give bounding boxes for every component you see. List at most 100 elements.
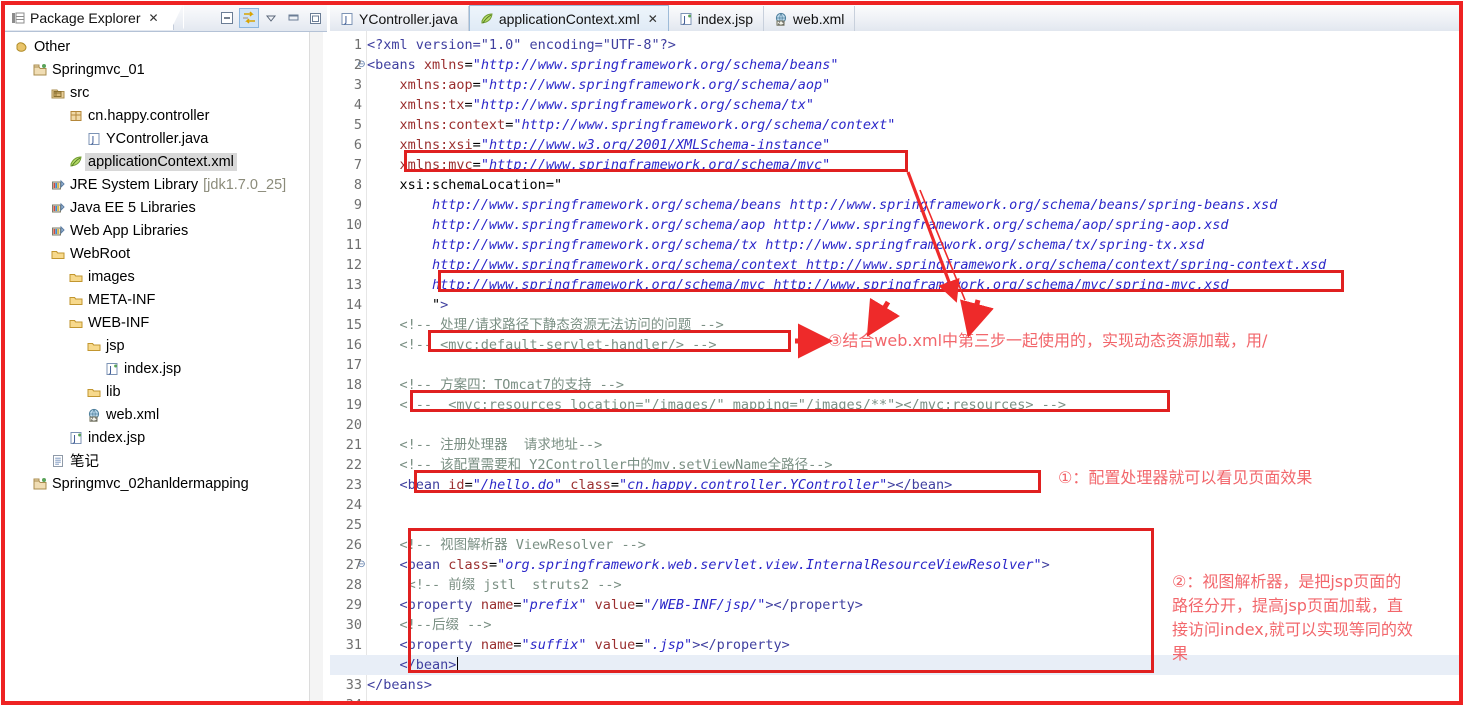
code-line[interactable]: </bean> — [367, 655, 457, 675]
folder-icon — [69, 316, 83, 330]
code-line[interactable]: <!-- <mvc:default-servlet-handler/> --> — [367, 335, 717, 355]
library-icon — [51, 201, 65, 215]
tree-item-index-jsp[interactable]: Jindex.jsp — [5, 357, 317, 380]
code-line[interactable]: <!-- 处理/请求路径下静态资源无法访问的问题 --> — [367, 315, 724, 335]
minimize-icon[interactable] — [283, 8, 303, 28]
code-line[interactable]: <!--后缀 --> — [367, 615, 492, 635]
tree-item-label: JRE System Library — [70, 176, 199, 193]
tree-item-label: Java EE 5 Libraries — [70, 199, 196, 216]
tree-item-other[interactable]: Other — [5, 35, 317, 58]
maximize-icon[interactable] — [305, 8, 325, 28]
code-line[interactable]: xmlns:context="http://www.springframewor… — [367, 115, 896, 135]
editor-tab-applicationcontext-xml[interactable]: applicationContext.xml ✕ — [468, 5, 669, 31]
tree-item-label: WEB-INF — [88, 314, 150, 331]
line-number: 2 — [353, 57, 362, 73]
code-line[interactable]: <bean class="org.springframework.web.ser… — [367, 555, 1050, 575]
code-line[interactable]: <!-- <mvc:resources location="/images/" … — [367, 395, 1066, 415]
tab-package-explorer[interactable]: Package Explorer ✕ — [5, 5, 184, 30]
code-line[interactable]: <!-- 前缀 jstl struts2 --> — [367, 575, 622, 595]
code-line[interactable]: <property name="suffix" value=".jsp"></p… — [367, 635, 790, 655]
explorer-toolbar — [217, 7, 325, 29]
code-line[interactable]: <?xml version="1.0" encoding="UTF-8"?> — [367, 35, 676, 55]
editor-tabbar: J YController.java applicationContext.xml ✕… — [330, 5, 1463, 32]
tree-item-label: images — [88, 268, 135, 285]
code-line[interactable]: <bean id="/hello.do" class="cn.happy.con… — [367, 475, 953, 495]
tree-item-web-app-libraries[interactable]: Web App Libraries — [5, 219, 317, 242]
webxml-file-icon: 2.5 — [774, 12, 788, 26]
code-line[interactable]: xsi:schemaLocation=" — [367, 175, 563, 195]
code-line[interactable]: <!-- 方案四：TOmcat7的支持 --> — [367, 375, 625, 395]
tree-item-jre-system-library[interactable]: JRE System Library [jdk1.7.0_25] — [5, 173, 317, 196]
tree-item-webroot[interactable]: WebRoot — [5, 242, 317, 265]
tree-item-label: Other — [34, 38, 71, 55]
line-number: 33 — [345, 677, 362, 693]
code-line[interactable]: <!-- 注册处理器 请求地址--> — [367, 435, 603, 455]
code-line[interactable]: xmlns:tx="http://www.springframework.org… — [367, 95, 815, 115]
tree-item-jsp[interactable]: jsp — [5, 334, 317, 357]
code-line[interactable]: xmlns:aop="http://www.springframework.or… — [367, 75, 831, 95]
code-line[interactable]: <beans xmlns="http://www.springframework… — [367, 55, 838, 75]
tree-item-label: Web App Libraries — [70, 222, 189, 239]
line-number: 16 — [345, 337, 362, 353]
tree-item-java-ee-5-libraries[interactable]: Java EE 5 Libraries — [5, 196, 317, 219]
svg-text:J: J — [91, 135, 95, 145]
tree-item-src[interactable]: src — [5, 81, 317, 104]
code-text[interactable]: <?xml version="1.0" encoding="UTF-8"?> <b… — [330, 31, 1463, 705]
code-line[interactable]: <!-- 该配置需要和 Y2Controller中的mv.setViewName… — [367, 455, 833, 475]
code-line[interactable]: http://www.springframework.org/schema/co… — [367, 255, 1326, 275]
line-number: 12 — [345, 257, 362, 273]
library-icon — [51, 178, 65, 192]
explorer-tabbar: Package Explorer ✕ — [5, 5, 327, 32]
line-number: 26 — [345, 537, 362, 553]
svg-text:J: J — [72, 434, 76, 444]
tree-item-web-xml[interactable]: 2.5 web.xml — [5, 403, 317, 426]
line-number: 24 — [345, 497, 362, 513]
tree-item-images[interactable]: images — [5, 265, 317, 288]
project-icon — [33, 477, 47, 491]
link-with-editor-icon[interactable] — [239, 8, 259, 28]
java-file-icon: J — [87, 132, 101, 146]
explorer-tab-label: Package Explorer — [30, 9, 141, 26]
code-line[interactable]: <property name="prefix" value="/WEB-INF/… — [367, 595, 863, 615]
tree-item-springmvc-02hanldermapping[interactable]: Springmvc_02hanldermapping — [5, 472, 317, 495]
tree-item-meta-inf[interactable]: META-INF — [5, 288, 317, 311]
close-icon[interactable]: ✕ — [648, 12, 658, 26]
code-line[interactable]: </beans> — [367, 675, 432, 695]
code-line[interactable]: http://www.springframework.org/schema/ao… — [367, 215, 1229, 235]
tree-item-lib[interactable]: lib — [5, 380, 317, 403]
editor-tab-ycontroller-java[interactable]: J YController.java — [330, 6, 469, 31]
tree-item-[interactable]: 笔记 — [5, 449, 317, 472]
code-line[interactable]: http://www.springframework.org/schema/tx… — [367, 235, 1204, 255]
editor-tab-label: index.jsp — [697, 10, 754, 27]
code-line[interactable]: xmlns:mvc="http://www.springframework.or… — [367, 155, 831, 175]
editor-tab-index-jsp[interactable]: Jindex.jsp — [669, 6, 765, 31]
line-number: 3 — [353, 77, 362, 93]
line-number: 7 — [353, 157, 362, 173]
current-line-highlight — [330, 655, 1463, 675]
tree-item-springmvc-01[interactable]: Springmvc_01 — [5, 58, 317, 81]
xml-file-icon — [480, 12, 494, 26]
editor-tab-label: web.xml — [793, 10, 845, 27]
explorer-scrollbar[interactable] — [309, 32, 323, 705]
tree-item-applicationcontext-xml[interactable]: applicationContext.xml — [5, 150, 317, 173]
line-number: 21 — [345, 437, 362, 453]
code-line[interactable]: http://www.springframework.org/schema/be… — [367, 195, 1277, 215]
tree-item-index-jsp[interactable]: Jindex.jsp — [5, 426, 317, 449]
svg-text:J: J — [108, 365, 112, 375]
tree-item-ycontroller-java[interactable]: J YController.java — [5, 127, 317, 150]
view-menu-icon[interactable] — [261, 8, 281, 28]
code-line[interactable]: http://www.springframework.org/schema/mv… — [367, 275, 1229, 295]
source-editor[interactable]: 1 ⊖ 2 3 4 5 6 7 8 9 10 11 12 13 14 15 16 17 18 19 20 21 22 23 24… — [330, 31, 1463, 705]
close-icon[interactable]: ✕ — [149, 11, 159, 25]
line-number: 4 — [353, 97, 362, 113]
collapse-all-icon[interactable] — [217, 8, 237, 28]
tree-item-cn-happy-controller[interactable]: cn.happy.controller — [5, 104, 317, 127]
tree-item-label: Springmvc_01 — [52, 61, 145, 78]
code-line[interactable]: <!-- 视图解析器 ViewResolver --> — [367, 535, 646, 555]
editor-tab-web-xml[interactable]: 2.5 web.xml — [764, 6, 856, 31]
tree-item-web-inf[interactable]: WEB-INF — [5, 311, 317, 334]
project-tree[interactable]: Other Springmvc_01 src cn.happy.controller J… — [5, 32, 317, 705]
code-line[interactable]: xmlns:xsi="http://www.w3.org/2001/XMLSch… — [367, 135, 831, 155]
line-number: 13 — [345, 277, 362, 293]
code-line[interactable]: "> — [367, 295, 448, 315]
